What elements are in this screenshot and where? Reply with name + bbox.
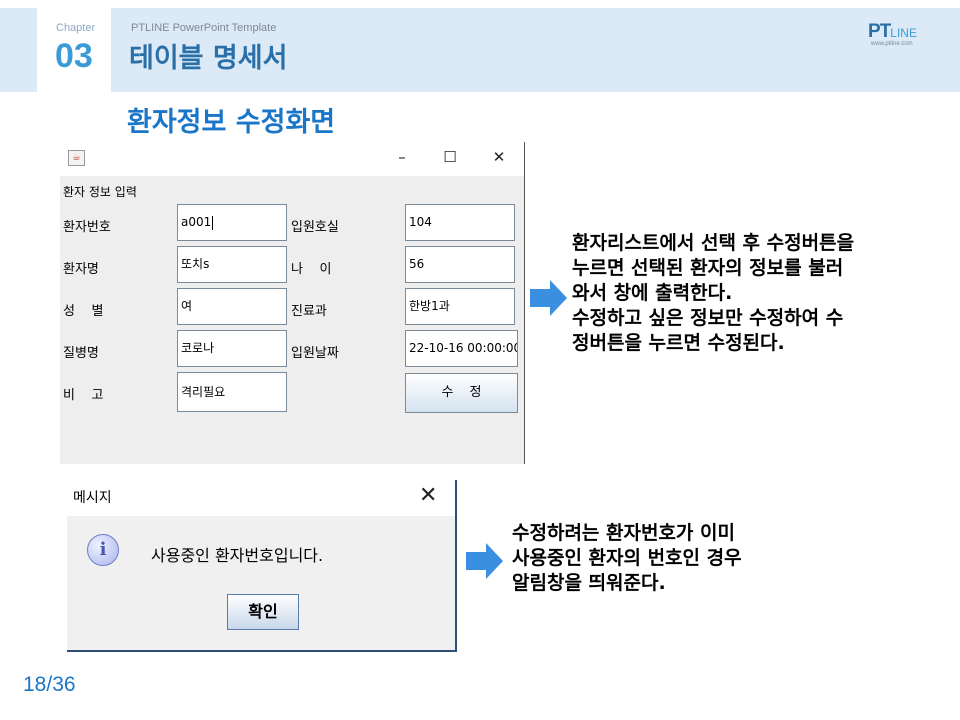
ptline-logo: PTLINE www.ptline.com	[868, 21, 917, 47]
description-2-line: 알림창을 띄워준다.	[512, 572, 666, 594]
age-field[interactable]: 56	[405, 246, 515, 283]
right-arrow-icon	[530, 280, 567, 316]
window-titlebar: ☕ – ☐ ✕	[60, 142, 524, 176]
template-name: PTLINE PowerPoint Template	[131, 22, 277, 34]
description-1-line: 수정하고 싶은 정보만 수정하여 수	[572, 307, 844, 329]
room-label: 입원호실	[291, 220, 339, 235]
description-2-line: 사용중인 환자의 번호인 경우	[512, 547, 742, 569]
description-2-line: 수정하려는 환자번호가 이미	[512, 522, 735, 544]
message-dialog: 메시지 ✕ i 사용중인 환자번호입니다. 확인	[67, 480, 457, 652]
group-label: 환자 정보 입력	[63, 185, 137, 199]
patient-edit-window: ☕ – ☐ ✕ 환자 정보 입력 환자번호 a001 입원호실 104 환자명 …	[60, 142, 525, 464]
patient-name-field[interactable]: 또치s	[177, 246, 287, 283]
text-caret	[212, 215, 214, 230]
section-title: 환자정보 수정화면	[127, 107, 336, 138]
logo-url: www.ptline.com	[871, 41, 913, 47]
dialog-close-button[interactable]: ✕	[419, 483, 437, 508]
dialog-titlebar: 메시지 ✕	[67, 480, 455, 516]
close-button[interactable]: ✕	[489, 147, 509, 167]
java-app-icon: ☕	[68, 150, 85, 166]
minimize-button[interactable]: –	[392, 147, 412, 167]
disease-label: 질병명	[63, 346, 99, 361]
description-1-line: 와서 창에 출력한다.	[572, 282, 733, 304]
admission-date-field[interactable]: 22-10-16 00:00:00	[405, 330, 518, 367]
logo-line: LINE	[890, 26, 917, 40]
info-icon: i	[87, 534, 119, 566]
ok-button[interactable]: 확인	[227, 594, 299, 630]
description-1: 환자리스트에서 선택 후 수정버튼을 누르면 선택된 환자의 정보를 불러 와서…	[572, 231, 854, 356]
description-1-line: 누르면 선택된 환자의 정보를 불러	[572, 257, 844, 279]
room-field[interactable]: 104	[405, 204, 515, 241]
chapter-number: 03	[55, 37, 93, 75]
patient-id-label: 환자번호	[63, 220, 111, 235]
dialog-title: 메시지	[73, 490, 112, 506]
department-field[interactable]: 한방1과	[405, 288, 515, 325]
maximize-button[interactable]: ☐	[440, 147, 460, 167]
description-2: 수정하려는 환자번호가 이미 사용중인 환자의 번호인 경우 알림창을 띄워준다…	[512, 521, 742, 596]
patient-id-field[interactable]: a001	[177, 204, 287, 241]
gender-label: 성 별	[63, 304, 104, 319]
chapter-label: Chapter	[56, 22, 96, 34]
logo-pt: PT	[868, 21, 891, 42]
dialog-message: 사용중인 환자번호입니다.	[151, 546, 324, 565]
age-label: 나 이	[291, 262, 332, 277]
patient-id-value: a001	[181, 215, 212, 229]
note-field[interactable]: 격리필요	[177, 372, 287, 412]
disease-field[interactable]: 코로나	[177, 330, 287, 367]
page-number: 18/36	[23, 673, 76, 696]
edit-button[interactable]: 수 정	[405, 373, 518, 413]
note-label: 비 고	[63, 388, 104, 403]
admission-date-label: 입원날짜	[291, 346, 339, 361]
department-label: 진료과	[291, 304, 327, 319]
patient-name-label: 환자명	[63, 262, 99, 277]
description-1-line: 환자리스트에서 선택 후 수정버튼을	[572, 232, 855, 254]
slide-title: 테이블 명세서	[129, 43, 288, 74]
gender-field[interactable]: 여	[177, 288, 287, 325]
right-arrow-icon	[466, 543, 503, 579]
description-1-line: 정버튼을 누르면 수정된다.	[572, 332, 785, 354]
